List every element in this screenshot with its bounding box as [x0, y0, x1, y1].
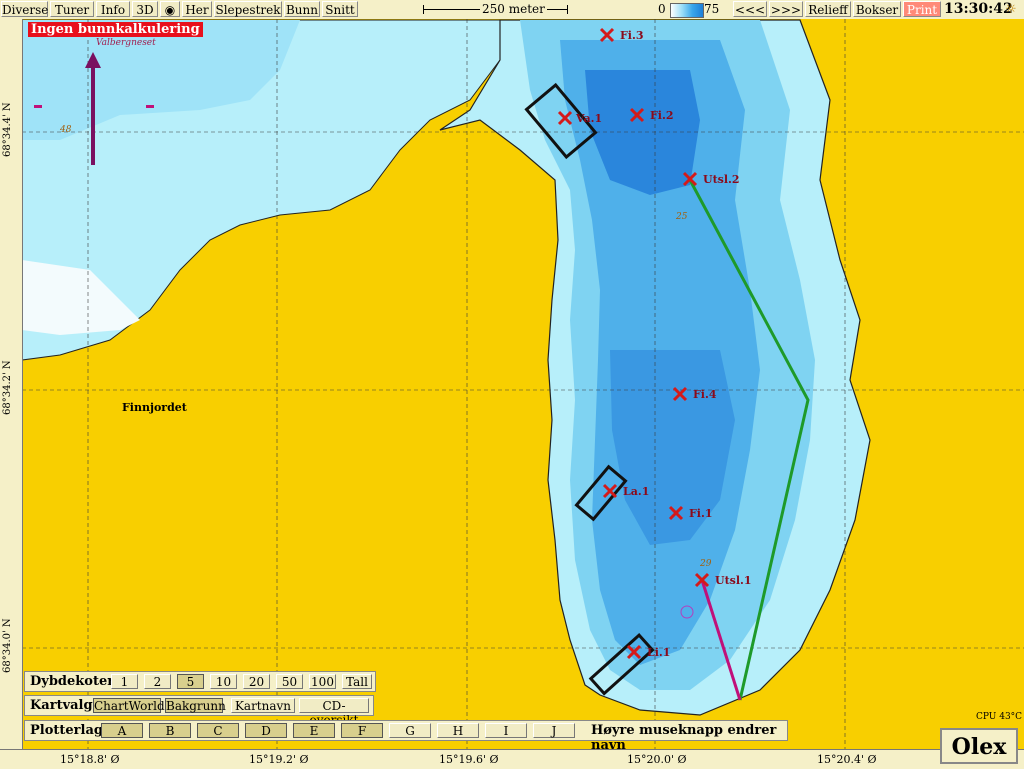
marker-label-utsl1[interactable]: Utsl.1 — [715, 574, 752, 587]
top-toolbar: Diverse Turer Info 3D ◉ Her Slepestrek B… — [0, 0, 1024, 20]
olex-logo[interactable]: Olex — [940, 728, 1018, 764]
lon-label: 15°19.6' Ø — [439, 753, 499, 766]
3d-button[interactable]: 3D — [132, 1, 158, 17]
kartvalg-bakgrunn[interactable]: Bakgrunn — [165, 698, 226, 713]
status-banner: Ingen bunnkalkulering — [28, 22, 203, 37]
lat-label: 68°34.0' N — [2, 618, 13, 673]
marker-label-va1[interactable]: Va.1 — [576, 112, 602, 125]
marker-label-utsl2[interactable]: Utsl.2 — [703, 173, 740, 186]
depth-label: 48 — [60, 125, 72, 135]
lon-label: 15°20.4' Ø — [817, 753, 877, 766]
info-button[interactable]: Info — [96, 1, 130, 17]
relieff-button[interactable]: Relieff — [805, 1, 851, 17]
depth-color-scale[interactable] — [670, 3, 704, 18]
lon-label: 15°19.2' Ø — [249, 753, 309, 766]
dybdekoter-option-selected[interactable]: 5 — [177, 674, 204, 689]
plotterlag-layer[interactable]: E — [293, 723, 335, 738]
plotterlag-layer[interactable]: H — [437, 723, 479, 738]
lat-label: 68°34.2' N — [2, 360, 13, 415]
lon-label: 15°20.0' Ø — [627, 753, 687, 766]
cpu-temperature: CPU 43°C — [976, 712, 1023, 722]
bunn-button[interactable]: Bunn — [284, 1, 320, 17]
plotterlag-layer[interactable]: J — [533, 723, 575, 738]
chart-map[interactable] — [0, 19, 1024, 749]
depth-max-label: 75 — [704, 2, 720, 16]
dybdekoter-option[interactable]: 2 — [144, 674, 171, 689]
plotterlag-layer[interactable]: G — [389, 723, 431, 738]
kartvalg-kartnavn[interactable]: Kartnavn — [231, 698, 295, 713]
turer-button[interactable]: Turer — [50, 1, 94, 17]
minus-mark-right — [146, 105, 154, 108]
depth-label: 29 — [700, 559, 712, 569]
her-button[interactable]: Her — [182, 1, 212, 17]
target-icon[interactable]: ◉ — [160, 1, 180, 17]
kartvalg-chartworld[interactable]: ChartWorld — [93, 698, 165, 713]
depth-label: 25 — [676, 212, 688, 222]
dybdekoter-option[interactable]: 20 — [243, 674, 270, 689]
dybdekoter-panel: Dybdekoter 1 2 5 10 20 50 100 Tall — [24, 671, 376, 692]
plotterlag-layer[interactable]: I — [485, 723, 527, 738]
snitt-button[interactable]: Snitt — [322, 1, 358, 17]
depth-min-label: 0 — [658, 2, 666, 16]
lon-label: 15°18.8' Ø — [60, 753, 120, 766]
dybdekoter-label: Dybdekoter — [30, 674, 115, 689]
bokser-button[interactable]: Bokser — [853, 1, 901, 17]
clock: 13:30:42 — [944, 1, 1013, 17]
prev-button[interactable]: <<< — [733, 1, 767, 17]
latitude-ruler: 68°34.4' N 68°34.2' N 68°34.0' N — [0, 19, 23, 749]
plotterlag-panel: Plotterlag A B C D E F G H I J Høyre mus… — [24, 720, 788, 753]
plotterlag-layer[interactable]: A — [101, 723, 143, 738]
marker-label-li1[interactable]: Li.1 — [647, 646, 670, 659]
kartvalg-panel: Kartvalg ChartWorld Bakgrunn Kartnavn CD… — [24, 695, 374, 727]
dybdekoter-option[interactable]: 50 — [276, 674, 303, 689]
place-finnjordet: Finnjordet — [122, 401, 187, 414]
sun-icon[interactable]: ☼ — [1005, 2, 1017, 17]
plotterlag-layer[interactable]: D — [245, 723, 287, 738]
dybdekoter-option[interactable]: 1 — [111, 674, 138, 689]
marker-label-fi1[interactable]: Fi.1 — [689, 507, 712, 520]
marker-label-fi3[interactable]: Fi.3 — [620, 29, 643, 42]
slepestrek-button[interactable]: Slepestrek — [214, 1, 282, 17]
plotterlag-layer[interactable]: C — [197, 723, 239, 738]
kartvalg-cd-oversikt[interactable]: CD-oversikt — [299, 698, 369, 727]
dybdekoter-option[interactable]: Tall — [342, 674, 372, 689]
minus-mark-left — [34, 105, 42, 108]
scale-label: 250 meter — [480, 2, 547, 16]
plotterlag-layer[interactable]: B — [149, 723, 191, 738]
next-button[interactable]: >>> — [769, 1, 803, 17]
marker-label-la1[interactable]: La.1 — [623, 485, 649, 498]
plotterlag-layer[interactable]: F — [341, 723, 383, 738]
marker-label-fi2[interactable]: Fi.2 — [650, 109, 673, 122]
dybdekoter-option[interactable]: 10 — [210, 674, 237, 689]
print-button[interactable]: Print — [903, 1, 941, 17]
diverse-button[interactable]: Diverse — [1, 1, 48, 17]
marker-label-fi4[interactable]: Fi.4 — [693, 388, 716, 401]
dybdekoter-option[interactable]: 100 — [309, 674, 336, 689]
kartvalg-label: Kartvalg — [30, 698, 93, 713]
lat-label: 68°34.4' N — [2, 102, 13, 157]
place-valbergneset: Valbergneset — [96, 38, 156, 48]
plotterlag-hint: Høyre museknapp endrer navn — [591, 723, 777, 753]
plotterlag-label: Plotterlag — [30, 723, 103, 738]
